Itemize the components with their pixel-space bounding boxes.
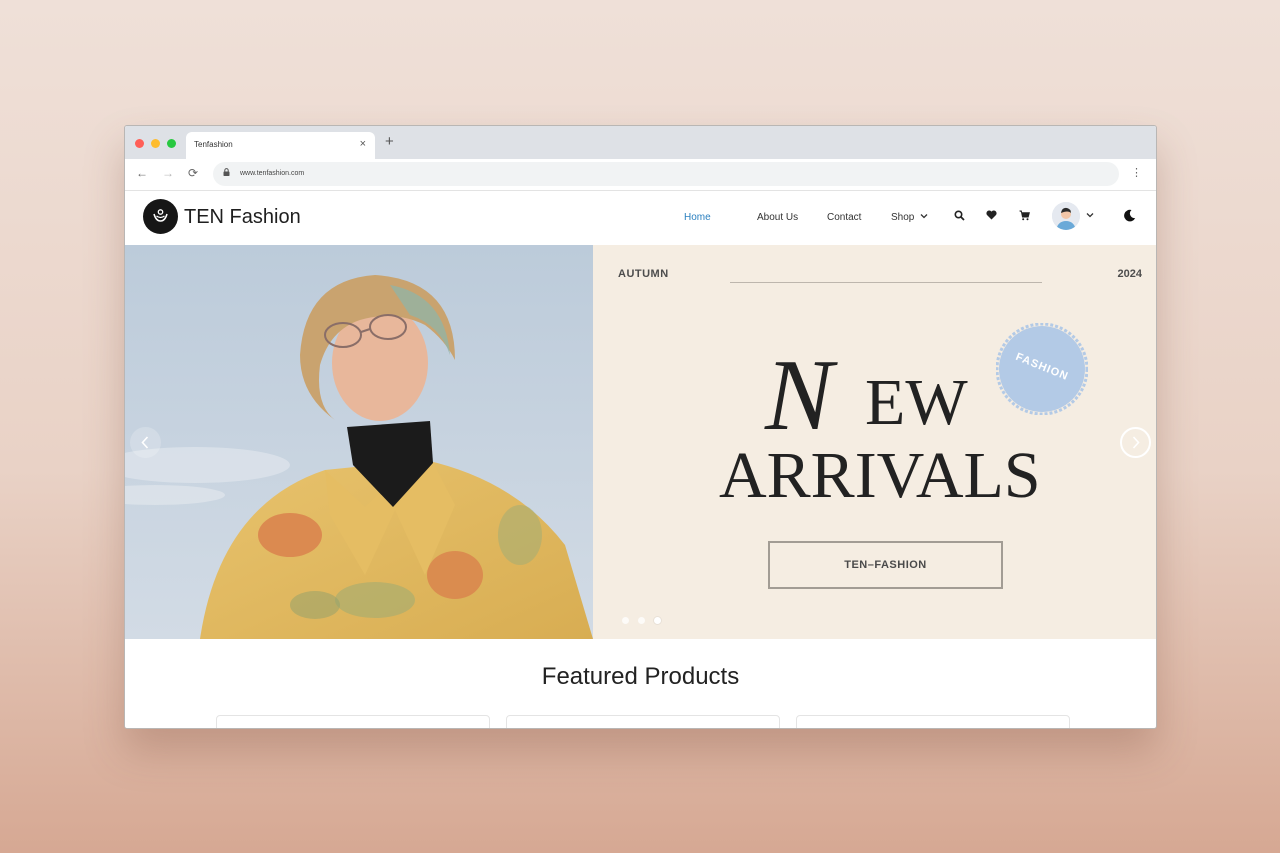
site-header: TEN Fashion Home About Us Contact Shop (125, 191, 1156, 245)
hero-title-initial: N (765, 339, 834, 452)
forward-icon[interactable]: → (162, 167, 174, 179)
tab-strip: Tenfashion × + (125, 126, 1156, 159)
ten-fashion-button[interactable]: TEN–FASHION (768, 541, 1003, 589)
brand-name[interactable]: TEN Fashion (184, 206, 301, 229)
hero-model-image (125, 245, 593, 639)
carousel-dot-1[interactable] (622, 617, 629, 624)
avatar[interactable] (1052, 202, 1080, 230)
chevron-down-icon (920, 214, 928, 219)
product-card[interactable] (216, 715, 490, 728)
moon-icon[interactable] (1123, 209, 1136, 222)
browser-menu-icon[interactable]: ⋮ (1131, 168, 1142, 179)
back-icon[interactable]: ← (136, 167, 148, 179)
heart-icon[interactable] (986, 210, 997, 220)
lock-icon (223, 168, 230, 176)
divider (730, 282, 1042, 283)
hero-promo-panel: AUTUMN 2024 FASHION N EW ARRIVALS TEN–FA… (593, 245, 1156, 639)
nav-about-us[interactable]: About Us (757, 212, 798, 223)
browser-toolbar: ← → ⟳ www.tenfashion.com ⋮ (125, 159, 1156, 191)
hero-year: 2024 (1117, 268, 1142, 280)
tab-close-icon[interactable]: × (360, 138, 366, 150)
carousel-next-button[interactable] (1120, 427, 1151, 458)
nav-home[interactable]: Home (684, 212, 711, 223)
browser-window: Tenfashion × + ← → ⟳ www.tenfashion.com … (124, 125, 1157, 729)
carousel-dot-2[interactable] (638, 617, 645, 624)
nav-shop-label: Shop (891, 212, 915, 223)
carousel-prev-button[interactable] (130, 427, 161, 458)
maximize-window-button[interactable] (167, 139, 176, 148)
url-text: www.tenfashion.com (240, 170, 305, 177)
hero-season: AUTUMN (618, 268, 669, 280)
hero-title-line2: ARRIVALS (719, 439, 1041, 512)
hero-title-rest: EW (865, 366, 968, 439)
hero-carousel: AUTUMN 2024 FASHION N EW ARRIVALS TEN–FA… (125, 245, 1156, 639)
cart-icon[interactable] (1019, 210, 1030, 221)
tab-title: Tenfashion (194, 140, 233, 149)
close-window-button[interactable] (135, 139, 144, 148)
new-tab-button[interactable]: + (385, 134, 394, 149)
fashion-badge: FASHION (995, 322, 1089, 416)
chevron-right-icon (1132, 436, 1140, 449)
browser-tab[interactable]: Tenfashion × (186, 132, 375, 159)
chevron-left-icon (141, 436, 149, 449)
address-bar[interactable]: www.tenfashion.com (213, 162, 1119, 186)
product-card[interactable] (796, 715, 1070, 728)
nav-shop[interactable]: Shop (891, 212, 928, 223)
product-card[interactable] (506, 715, 780, 728)
logo-icon[interactable] (143, 199, 178, 234)
reload-icon[interactable]: ⟳ (188, 167, 198, 179)
nav-contact[interactable]: Contact (827, 212, 861, 223)
minimize-window-button[interactable] (151, 139, 160, 148)
avatar-chevron-down-icon[interactable] (1086, 212, 1094, 218)
featured-products-heading: Featured Products (541, 663, 740, 690)
search-icon[interactable] (954, 210, 965, 221)
carousel-dot-3[interactable] (654, 617, 661, 624)
